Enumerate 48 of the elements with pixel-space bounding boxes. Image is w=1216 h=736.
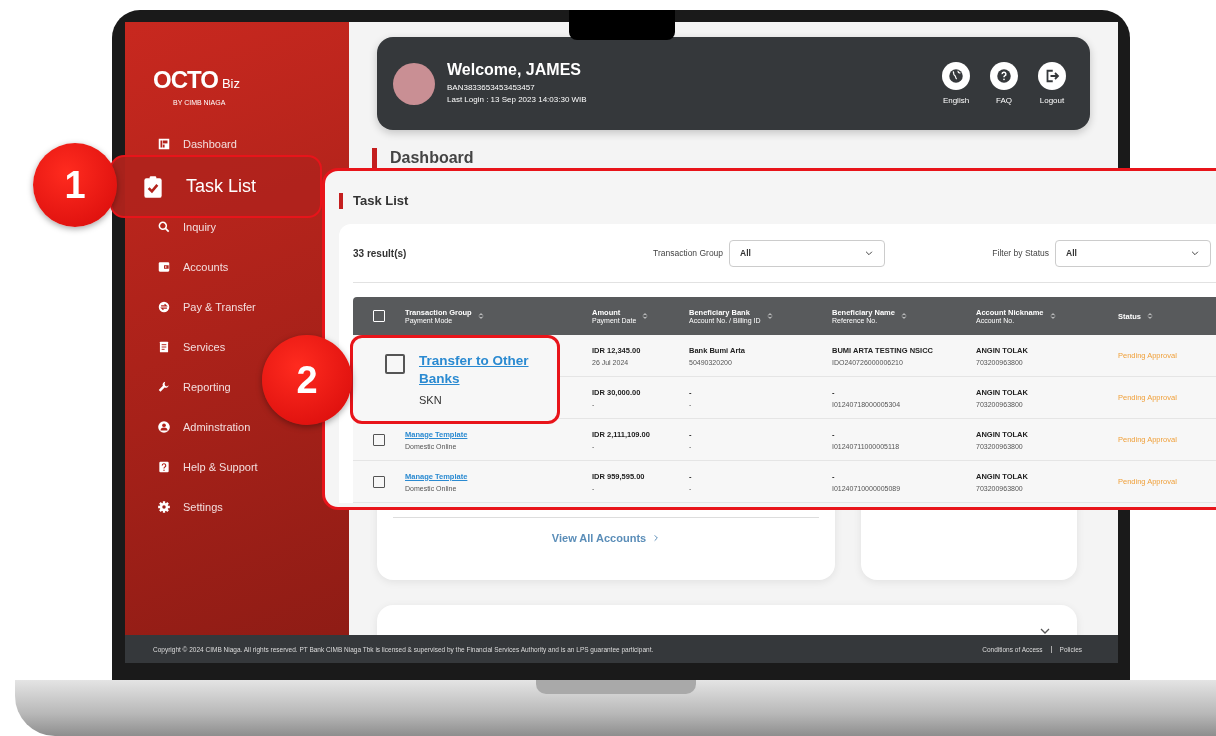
globe-icon [947, 67, 965, 85]
view-all-link[interactable]: View All Accounts [551, 532, 661, 544]
last-login: Last Login : 13 Sep 2023 14:03:30 WIB [447, 94, 588, 106]
chevron-down-icon [864, 248, 875, 258]
step-number-badge: 1 [33, 143, 117, 227]
dropdown[interactable]: All [1055, 239, 1211, 267]
select-all-checkbox[interactable] [373, 310, 385, 322]
document-icon [157, 340, 171, 354]
sort-icon [1145, 312, 1154, 320]
search-icon [157, 220, 171, 234]
sort-icon [765, 312, 774, 320]
grid-icon [157, 137, 171, 151]
sidebar-item[interactable]: Adminstration [125, 407, 251, 447]
logo-wordmark: OCTO [153, 68, 218, 92]
arrows-circle-icon [157, 300, 171, 314]
filter-label: Filter by Status [992, 248, 1049, 258]
payment-mode: SKN [419, 394, 443, 406]
result-count: 33 result(s) [353, 247, 408, 259]
chevron-down-icon [1190, 248, 1200, 258]
row-checkbox[interactable] [373, 475, 385, 488]
user-id: BAN3833653453453457 [447, 82, 536, 94]
wrench-icon [157, 380, 171, 394]
highlighted-menu-item[interactable]: Task List [110, 155, 322, 218]
help-icon [157, 460, 171, 474]
sidebar-item[interactable]: Pay & Transfer [125, 287, 256, 327]
sort-icon [899, 312, 908, 320]
sidebar-item[interactable]: Services [125, 327, 226, 367]
chevron-right-icon [652, 534, 661, 542]
sidebar-item[interactable]: Accounts [125, 247, 229, 287]
sidebar-item[interactable]: Reporting [125, 367, 231, 407]
sort-icon [476, 312, 485, 320]
filter-label: Transaction Group [653, 248, 724, 258]
sort-icon [1048, 312, 1057, 320]
wallet-icon [157, 260, 171, 274]
avatar [393, 62, 435, 105]
row-checkbox[interactable] [385, 354, 405, 374]
transaction-link[interactable]: Transfer to Other Banks [419, 352, 557, 388]
sidebar-item[interactable]: Help & Support [125, 447, 258, 487]
sort-icon [641, 312, 650, 320]
sidebar-item[interactable]: Settings [125, 487, 223, 527]
settings-icon [157, 500, 171, 514]
dropdown[interactable]: All [729, 239, 886, 267]
row-checkbox[interactable] [373, 433, 385, 446]
user-icon [157, 420, 171, 434]
welcome-title: Welcome, JAMES [447, 61, 582, 79]
help-icon [995, 67, 1013, 85]
panel-title: Task List [339, 193, 1216, 209]
logo-suffix: Biz [221, 76, 240, 92]
